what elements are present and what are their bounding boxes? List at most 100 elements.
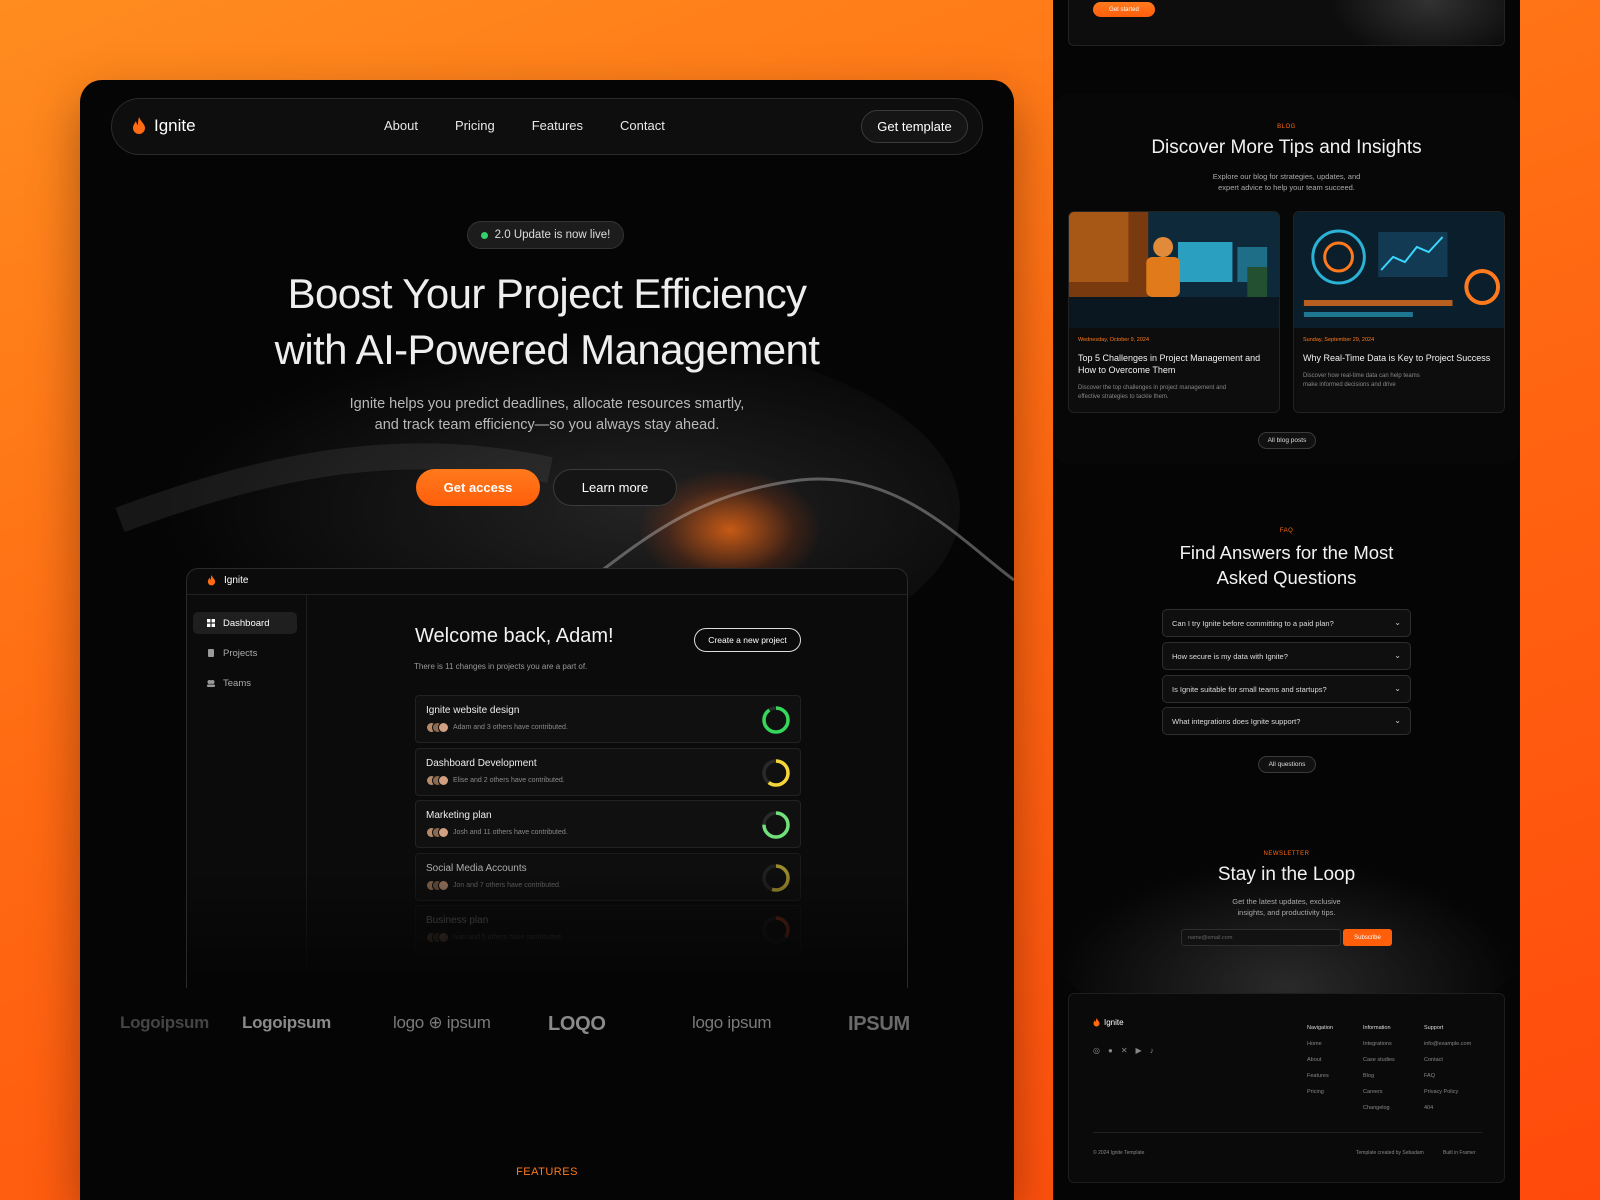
project-name: Ignite website design xyxy=(426,705,520,716)
avatar-group xyxy=(426,932,450,943)
subscribe-button[interactable]: Subscribe xyxy=(1343,929,1392,946)
flame-icon xyxy=(133,117,145,134)
newsletter-title: Stay in the Loop xyxy=(1217,864,1356,885)
nav-link-features[interactable]: Features xyxy=(532,118,583,133)
brand-logo[interactable]: Ignite xyxy=(132,116,196,136)
faq-item[interactable]: What integrations does Ignite support? ⌄ xyxy=(1162,707,1411,735)
footer-link[interactable]: Blog xyxy=(1363,1068,1395,1084)
sidebar-item-label: Teams xyxy=(223,677,251,689)
footer-link[interactable]: Contact xyxy=(1424,1052,1471,1068)
footer-link[interactable]: Integrations xyxy=(1363,1036,1395,1052)
project-name: Business plan xyxy=(426,915,489,926)
footer-divider xyxy=(1093,1132,1482,1133)
cta-card: Get started xyxy=(1068,0,1505,46)
welcome-heading: Welcome back, Adam! xyxy=(415,625,614,647)
nav-link-contact[interactable]: Contact xyxy=(620,118,665,133)
learn-more-button[interactable]: Learn more xyxy=(553,469,677,506)
newsletter-subtitle-line1: Get the latest updates, exclusive xyxy=(1232,897,1341,906)
newsletter-email-input[interactable]: name@email.com xyxy=(1181,929,1341,946)
project-row[interactable]: Social Media Accounts Jon and 7 others ha… xyxy=(415,852,801,901)
get-access-button[interactable]: Get access xyxy=(416,469,540,506)
footer-link[interactable]: Home xyxy=(1307,1036,1333,1052)
hero-title-line1: Boost Your Project Efficiency xyxy=(287,270,807,317)
footer-link[interactable]: Careers xyxy=(1363,1084,1395,1100)
newsletter-subtitle-line2: insights, and productivity tips. xyxy=(1237,908,1336,917)
hero-title: Boost Your Project Efficiency with AI-Po… xyxy=(80,266,1014,378)
blog-post-title: Top 5 Challenges in Project Management a… xyxy=(1078,353,1261,375)
footer-brand[interactable]: Ignite xyxy=(1093,1018,1124,1027)
hero-title-line2: with AI-Powered Management xyxy=(274,326,820,373)
faq-question: What integrations does Ignite support? xyxy=(1172,716,1301,726)
instagram-icon[interactable]: ◎ xyxy=(1093,1046,1100,1055)
x-icon[interactable]: ✕ xyxy=(1121,1046,1128,1055)
users-icon xyxy=(207,680,215,687)
partner-logo: Logoipsum xyxy=(120,1013,209,1032)
all-blog-posts-button[interactable]: All blog posts xyxy=(1258,432,1316,449)
progress-ring xyxy=(762,916,790,944)
update-badge[interactable]: 2.0 Update is now live! xyxy=(467,221,624,249)
footer-link[interactable]: 404 xyxy=(1424,1100,1471,1116)
faq-question: How secure is my data with Ignite? xyxy=(1172,651,1288,661)
sidebar-item-projects[interactable]: Projects xyxy=(193,642,297,664)
project-contributors: Ivan and 5 others have contributed. xyxy=(453,934,563,941)
footer-link[interactable]: Features xyxy=(1307,1068,1333,1084)
footer: Ignite ◎ ● ✕ ▶ ♪ Navigation Home About F… xyxy=(1068,993,1505,1183)
footer-link[interactable]: info@example.com xyxy=(1424,1036,1471,1052)
blog-subtitle: Explore our blog for strategies, updates… xyxy=(1053,171,1520,193)
blog-image-office xyxy=(1069,212,1279,328)
avatar xyxy=(438,827,449,838)
footer-link[interactable]: Changelog xyxy=(1363,1100,1395,1116)
blog-card[interactable]: Wednesday, October 9, 2024 Top 5 Challen… xyxy=(1068,211,1280,413)
footer-link[interactable]: Privacy Policy xyxy=(1424,1084,1471,1100)
project-row[interactable]: Dashboard Development Elise and 2 others … xyxy=(415,747,801,796)
create-project-button[interactable]: Create a new project xyxy=(694,628,801,652)
progress-ring xyxy=(762,863,790,892)
nav-link-pricing[interactable]: Pricing xyxy=(455,118,495,133)
changes-text: There is 11 changes in projects you are … xyxy=(414,662,588,671)
tiktok-icon[interactable]: ♪ xyxy=(1150,1046,1154,1055)
features-section-label: FEATURES xyxy=(516,1166,578,1178)
project-row[interactable]: Business plan Ivan and 5 others have cont… xyxy=(415,905,801,953)
avatar-group xyxy=(426,722,450,733)
all-questions-button[interactable]: All questions xyxy=(1258,756,1316,773)
background-glow xyxy=(1329,0,1504,45)
get-started-button[interactable]: Get started xyxy=(1093,2,1155,17)
faq-item[interactable]: How secure is my data with Ignite? ⌄ xyxy=(1162,642,1411,670)
chevron-down-icon: ⌄ xyxy=(1394,618,1401,627)
avatar xyxy=(438,774,449,786)
footer-link[interactable]: Case studies xyxy=(1363,1052,1395,1068)
newsletter-subtitle: Get the latest updates, exclusive insigh… xyxy=(1053,896,1520,918)
partner-logo: logo ipsum xyxy=(692,1013,772,1032)
top-navbar: Ignite About Pricing Features Contact Ge… xyxy=(111,98,983,155)
avatar-group xyxy=(426,774,450,786)
blog-card[interactable]: Sunday, September 29, 2024 Why Real-Time… xyxy=(1293,211,1505,413)
avatar xyxy=(438,932,449,943)
flame-icon xyxy=(1093,1018,1100,1027)
dashboard-preview: Ignite Dashboard Projects Teams Welcome … xyxy=(186,568,908,988)
social-links: ◎ ● ✕ ▶ ♪ xyxy=(1093,1046,1154,1055)
faq-question: Is Ignite suitable for small teams and s… xyxy=(1172,684,1327,694)
footer-link[interactable]: FAQ xyxy=(1424,1068,1471,1084)
sidebar-item-dashboard[interactable]: Dashboard xyxy=(193,612,297,634)
faq-item[interactable]: Is Ignite suitable for small teams and s… xyxy=(1162,675,1411,703)
faq-item[interactable]: Can I try Ignite before committing to a … xyxy=(1162,609,1411,637)
project-contributors: Josh and 11 others have contributed. xyxy=(453,829,568,836)
get-template-button[interactable]: Get template xyxy=(861,110,968,143)
footer-col-title: Navigation xyxy=(1307,1025,1333,1031)
built-in-text[interactable]: Built in Framer xyxy=(1443,1150,1476,1156)
footer-link[interactable]: About xyxy=(1307,1052,1333,1068)
credit-text[interactable]: Template created by Sebadam xyxy=(1356,1150,1424,1156)
dashboard-header: Ignite xyxy=(187,569,907,595)
facebook-icon[interactable]: ● xyxy=(1108,1046,1113,1055)
project-row[interactable]: Ignite website design Adam and 3 others h… xyxy=(415,695,801,743)
project-row[interactable]: Marketing plan Josh and 11 others have co… xyxy=(415,800,801,848)
nav-link-about[interactable]: About xyxy=(384,118,418,133)
footer-link[interactable]: Pricing xyxy=(1307,1084,1333,1100)
project-contributors: Adam and 3 others have contributed. xyxy=(453,724,568,731)
youtube-icon[interactable]: ▶ xyxy=(1136,1046,1142,1055)
blog-subtitle-line2: expert advice to help your team succeed. xyxy=(1218,183,1355,192)
faq-title: Find Answers for the Most Asked Question… xyxy=(1053,540,1520,590)
hero-subtitle-line2: and track team efficiency—so you always … xyxy=(374,417,720,433)
blog-date: Wednesday, October 9, 2024 xyxy=(1078,337,1150,343)
sidebar-item-teams[interactable]: Teams xyxy=(193,672,297,694)
